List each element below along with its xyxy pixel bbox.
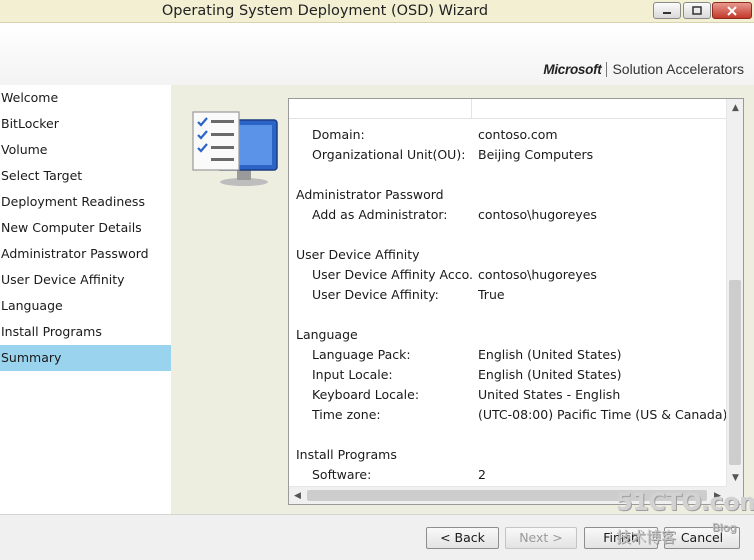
summary-row[interactable]: Keyboard Locale: United States - English [289,385,726,405]
summary-row[interactable]: Domain: contoso.com [289,125,726,145]
summary-spacer [289,165,726,185]
summary-value: contoso\hugoreyes [478,267,597,282]
summary-value: contoso\hugoreyes [478,207,597,222]
summary-row[interactable]: User Device Affinity: True [289,285,726,305]
summary-row[interactable]: Time zone: (UTC-08:00) Pacific Time (US &… [289,405,728,425]
summary-value: True [478,287,505,302]
minimize-button[interactable] [653,2,681,19]
summary-row[interactable]: Language Pack: English (United States) [289,345,726,365]
horizontal-scrollbar[interactable]: ◀ ▶ [289,486,726,504]
solution-accelerators-text: Solution Accelerators [612,61,744,77]
horizontal-scroll-thumb[interactable] [307,490,707,501]
group-heading-label: User Device Affinity [296,247,420,262]
cancel-button[interactable]: Cancel [664,527,740,549]
minimize-icon [663,11,671,14]
close-icon [727,5,737,16]
group-heading-label: Install Programs [296,447,397,462]
summary-group-heading[interactable]: Language [289,325,726,345]
wizard-steps-sidebar: Welcome BitLocker Volume Select Target D… [0,85,171,514]
column-divider[interactable] [471,99,472,118]
close-button[interactable] [712,2,752,19]
summary-group-heading[interactable]: Install Programs [289,445,726,465]
wizard-footer: < Back Next > Finish Cancel [0,514,754,560]
summary-checklist-icon [192,111,278,186]
sidebar-item-summary[interactable]: Summary [0,345,171,371]
next-button[interactable]: Next > [505,527,577,549]
summary-value: Beijing Computers [478,147,594,162]
finish-button[interactable]: Finish [584,527,658,549]
summary-key: Time zone: [312,407,381,422]
microsoft-logo: Microsoft [543,61,608,77]
scroll-left-arrow-icon[interactable]: ◀ [289,487,306,504]
summary-column-header [289,99,726,119]
sidebar-item-user-device-affinity[interactable]: User Device Affinity [0,267,171,293]
summary-list[interactable]: Domain: contoso.com Organizational Unit(OU… [288,98,744,505]
summary-key: Domain: [312,127,365,142]
summary-row[interactable]: Organizational Unit(OU): Beijing Computer… [289,145,726,165]
summary-group-heading[interactable]: User Device Affinity [289,245,726,265]
scroll-right-arrow-icon[interactable]: ▶ [709,487,726,504]
vertical-scroll-thumb[interactable] [729,280,741,465]
brand-logo: Microsoft Solution Accelerators [543,61,744,77]
summary-key: Language Pack: [312,347,411,362]
sidebar-item-welcome[interactable]: Welcome [0,85,171,111]
summary-value: United States - English [478,387,621,402]
vertical-scrollbar[interactable]: ▲ ▼ [726,99,743,486]
summary-key: Software: [312,467,372,482]
scrollbar-corner [726,486,743,504]
summary-row[interactable]: User Device Affinity Acco... contoso\hugo… [289,265,726,285]
sidebar-item-bitlocker[interactable]: BitLocker [0,111,171,137]
summary-key: Organizational Unit(OU): [312,147,466,162]
summary-spacer [289,305,726,325]
summary-key: Input Locale: [312,367,393,382]
sidebar-item-deployment-readiness[interactable]: Deployment Readiness [0,189,171,215]
summary-value: contoso.com [478,127,558,142]
summary-row[interactable]: Input Locale: English (United States) [289,365,726,385]
summary-value: English (United States) [478,367,622,382]
maximize-icon [692,6,702,15]
wizard-content: Domain: contoso.com Organizational Unit(OU… [171,85,754,514]
summary-row[interactable]: Add as Administrator: contoso\hugoreyes [289,205,726,225]
summary-row[interactable]: Software: 2 [289,465,726,485]
back-button[interactable]: < Back [426,527,499,549]
group-heading-label: Administrator Password [296,187,444,202]
summary-key: User Device Affinity Acco... [312,267,472,282]
sidebar-item-new-computer-details[interactable]: New Computer Details [0,215,171,241]
summary-value: 2 [478,467,486,482]
summary-spacer [289,225,726,245]
wizard-header: Microsoft Solution Accelerators [0,23,754,86]
sidebar-item-administrator-password[interactable]: Administrator Password [0,241,171,267]
scroll-down-arrow-icon[interactable]: ▼ [727,469,743,486]
summary-key: Add as Administrator: [312,207,448,222]
summary-key: Keyboard Locale: [312,387,420,402]
maximize-button[interactable] [683,2,711,19]
sidebar-item-install-programs[interactable]: Install Programs [0,319,171,345]
sidebar-item-language[interactable]: Language [0,293,171,319]
summary-value: (UTC-08:00) Pacific Time (US & Canada) [478,407,728,422]
window-title: Operating System Deployment (OSD) Wizard [161,3,489,19]
sidebar-item-select-target[interactable]: Select Target [0,163,171,189]
summary-key: User Device Affinity: [312,287,439,302]
summary-value: English (United States) [478,347,622,362]
sidebar-item-volume[interactable]: Volume [0,137,171,163]
group-heading-label: Language [296,327,358,342]
title-bar: Operating System Deployment (OSD) Wizard [0,0,754,23]
summary-group-heading[interactable]: Administrator Password [289,185,726,205]
summary-spacer [289,425,726,445]
scroll-up-arrow-icon[interactable]: ▲ [727,99,743,116]
